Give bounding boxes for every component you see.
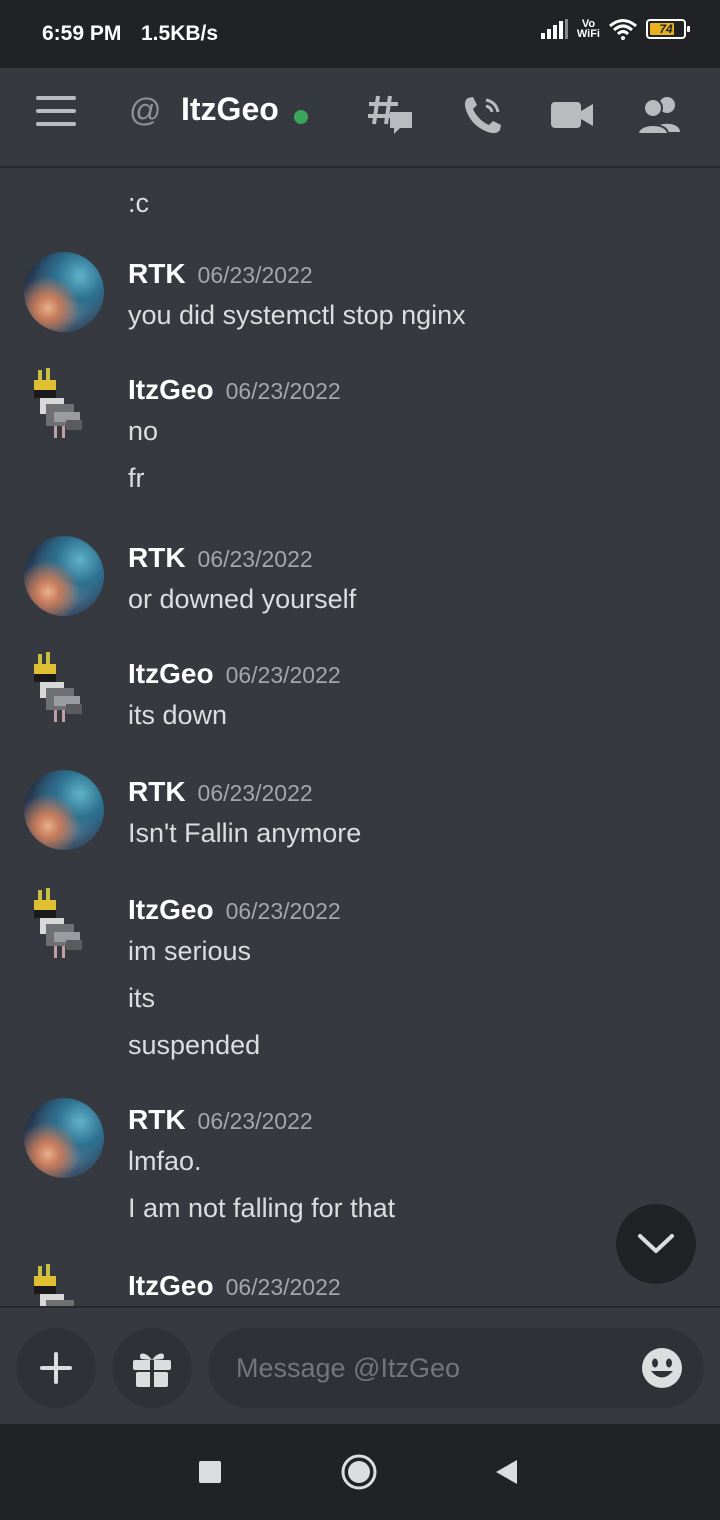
message-line: its [128,983,155,1013]
avatar[interactable] [24,770,104,850]
author-label: RTK [128,258,186,289]
status-icons: Vo WiFi 74 [540,18,690,40]
message-line: lmfao. [128,1146,202,1176]
author-name[interactable]: ItzGeo 06/23/2022 [128,374,341,406]
author-name[interactable]: RTK 06/23/2022 [128,776,313,808]
author-name[interactable]: ItzGeo 06/23/2022 [128,658,341,690]
message-line: I am not falling for that [128,1193,396,1223]
message-composer: Message @ItzGeo [0,1306,720,1426]
author-name[interactable]: RTK 06/23/2022 [128,542,313,574]
message-list[interactable]: :c RTK 06/23/2022 you did systemctl stop n… [0,168,720,1306]
recents-icon [199,1461,221,1483]
recents-button[interactable] [160,1424,260,1520]
author-name[interactable]: ItzGeo 06/23/2022 [128,1270,341,1302]
message-input[interactable]: Message @ItzGeo [208,1328,704,1408]
plus-icon [40,1352,72,1384]
avatar[interactable] [24,652,104,732]
system-navigation-bar [0,1424,720,1520]
avatar[interactable] [24,1098,104,1178]
author-name[interactable]: RTK 06/23/2022 [128,258,313,290]
members-icon[interactable] [638,94,682,136]
message-line: :c [128,188,150,218]
signal-icon [540,19,568,39]
back-button[interactable] [456,1424,556,1520]
battery-level: 74 [659,22,673,36]
message-timestamp: 06/23/2022 [197,546,313,572]
avatar[interactable] [24,888,104,968]
message-timestamp: 06/23/2022 [197,780,313,806]
gift-icon [133,1353,171,1387]
avatar[interactable] [24,368,104,448]
dm-title[interactable]: ItzGeo [181,91,279,128]
author-label: ItzGeo [128,1270,214,1301]
author-name[interactable]: ItzGeo 06/23/2022 [128,894,341,926]
menu-icon[interactable] [36,96,76,130]
message-line: im serious [128,936,252,966]
threads-icon[interactable] [366,94,414,136]
at-symbol: @ [129,92,162,128]
jump-to-bottom-button[interactable] [616,1204,696,1284]
author-name[interactable]: RTK 06/23/2022 [128,1104,313,1136]
status-bar: 6:59 PM 1.5KB/s Vo WiFi 74 [0,0,720,68]
message-timestamp: 06/23/2022 [225,1274,341,1300]
battery-icon: 74 [646,19,690,39]
chevron-down-icon [638,1234,674,1253]
call-icon[interactable] [462,94,504,136]
message-timestamp: 06/23/2022 [197,262,313,288]
message-line: fr [128,463,145,493]
author-label: ItzGeo [128,658,214,689]
gift-button[interactable] [112,1328,192,1408]
message-timestamp: 06/23/2022 [225,898,341,924]
home-icon [341,1454,377,1490]
message-timestamp: 06/23/2022 [225,662,341,688]
message-line: you did systemctl stop nginx [128,300,466,330]
author-label: RTK [128,542,186,573]
message-timestamp: 06/23/2022 [225,378,341,404]
wifi-icon [609,19,637,40]
channel-header: @ ItzGeo [0,68,720,168]
author-label: ItzGeo [128,894,214,925]
message-input-placeholder: Message @ItzGeo [236,1352,461,1383]
message-timestamp: 06/23/2022 [197,1108,313,1134]
author-label: RTK [128,1104,186,1135]
emoji-icon[interactable] [640,1346,684,1390]
message-line: suspended [128,1030,261,1060]
message-line: its down [128,700,228,730]
author-label: RTK [128,776,186,807]
author-label: ItzGeo [128,374,214,405]
online-status-dot [294,110,308,124]
avatar[interactable] [24,536,104,616]
status-time: 6:59 PM [42,22,122,45]
message-line: or downed yourself [128,584,357,614]
video-icon[interactable] [551,94,593,136]
avatar[interactable] [24,252,104,332]
network-speed: 1.5KB/s [141,22,219,45]
back-icon [496,1460,517,1484]
vowifi-icon: Vo WiFi [576,18,600,40]
message-line: Isn't Fallin anymore [128,818,362,848]
message-line: no [128,416,159,446]
home-button[interactable] [309,1424,409,1520]
avatar[interactable] [24,1264,104,1306]
attach-button[interactable] [16,1328,96,1408]
